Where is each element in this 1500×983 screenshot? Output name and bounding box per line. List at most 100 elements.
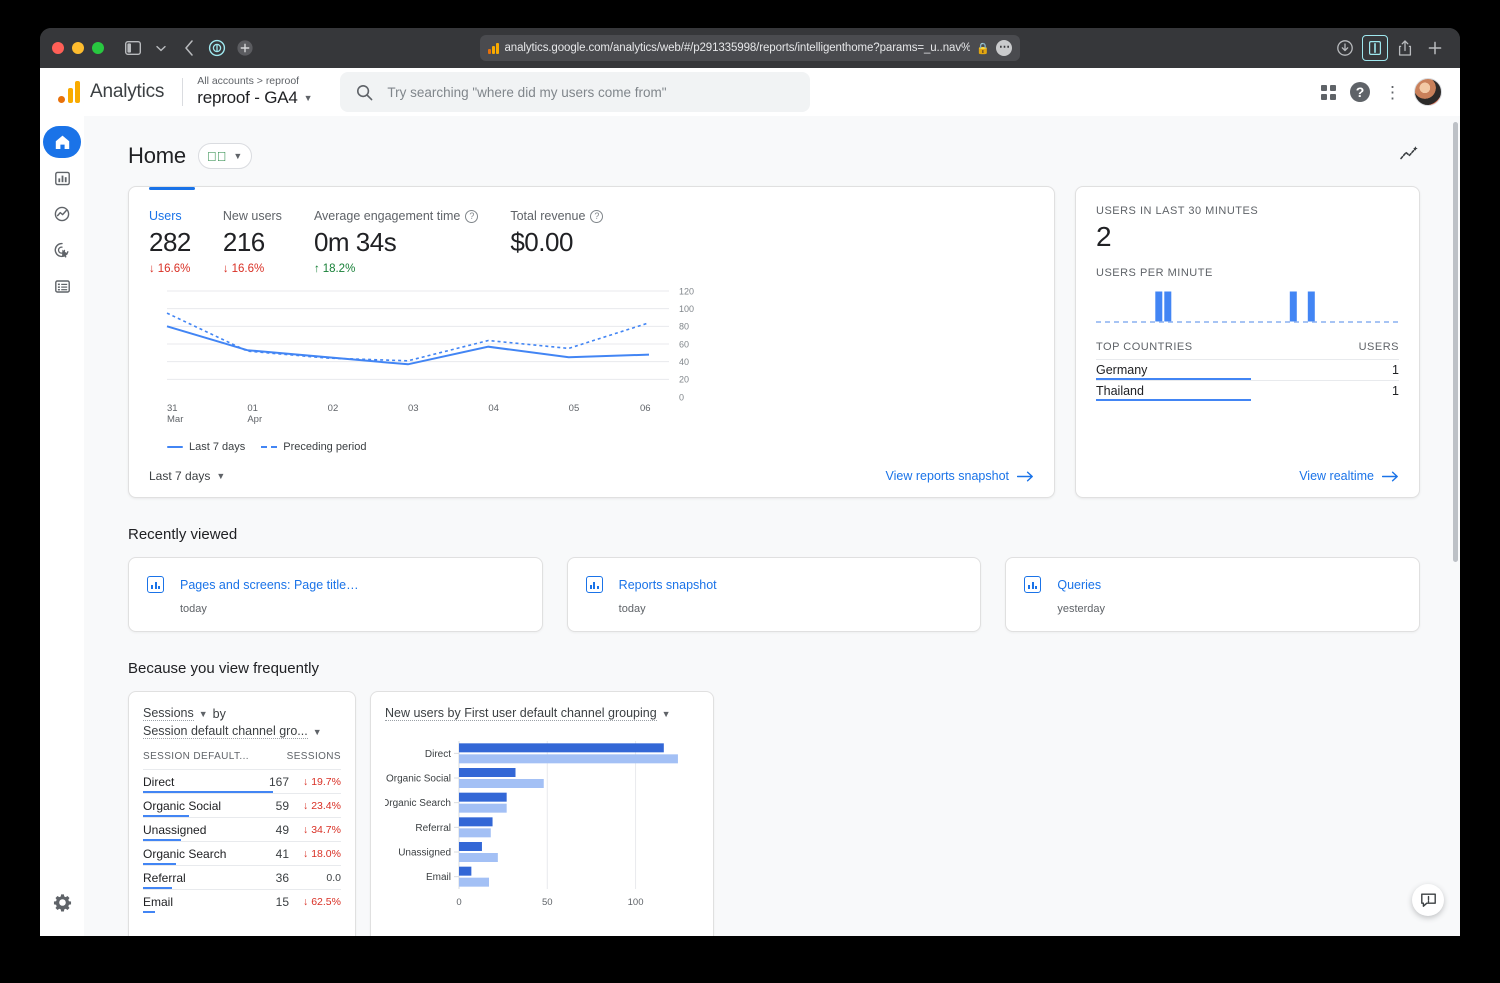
close-window-button[interactable]	[52, 42, 64, 54]
table-row[interactable]: Organic Search 41 ↓ 18.0%	[143, 841, 341, 865]
svg-text:Organic Social: Organic Social	[386, 774, 451, 785]
page-menu-icon[interactable]: ⋯	[996, 40, 1012, 56]
privacy-shield-icon[interactable]	[204, 35, 230, 61]
country-users: 1	[1392, 384, 1399, 398]
svg-text:100: 100	[679, 304, 694, 314]
app-body: Home ✔⃝ ▼ Users 282 ↓ 16.6% New users 21…	[40, 116, 1460, 936]
frequent-title: Because you view frequently	[128, 660, 319, 677]
metric-delta: ↑ 18.2%	[313, 263, 356, 275]
more-options-icon[interactable]: ⋮	[1384, 84, 1401, 101]
new-tab-icon[interactable]	[232, 35, 258, 61]
metric-avg-engagement-time[interactable]: Average engagement time ? 0m 34s ↑ 18.2%	[314, 209, 510, 275]
feedback-button[interactable]	[1412, 884, 1444, 916]
sidebar-item-explore[interactable]	[44, 198, 80, 230]
svg-text:Apr: Apr	[247, 414, 262, 425]
column-header-dimension: SESSION DEFAULT...	[143, 751, 249, 762]
comparison-selector[interactable]: ✔⃝ ▼	[197, 143, 253, 169]
recently-viewed-card[interactable]: Queries yesterday	[1005, 557, 1421, 632]
metric-selector-label: Sessions	[143, 706, 194, 721]
svg-text:31: 31	[167, 403, 178, 414]
chevron-down-icon: ▼	[661, 708, 671, 719]
dimension-selector[interactable]: Session default channel gro... ▼	[143, 724, 341, 739]
metric-total-revenue[interactable]: Total revenue ? $0.00	[510, 209, 635, 275]
minimize-window-button[interactable]	[72, 42, 84, 54]
downloads-icon[interactable]	[1332, 35, 1358, 61]
metric-users[interactable]: Users 282 ↓ 16.6%	[149, 209, 223, 275]
table-row[interactable]: Organic Social 59 ↓ 23.4%	[143, 793, 341, 817]
back-arrow-icon[interactable]	[176, 35, 202, 61]
sessions-delta: ↓ 23.4%	[303, 799, 341, 812]
recently-viewed-card[interactable]: Pages and screens: Page title an... toda…	[128, 557, 543, 632]
browser-titlebar: analytics.google.com/analytics/web/#/p29…	[40, 28, 1460, 68]
table-row[interactable]: Referral 36 0.0	[143, 865, 341, 889]
share-icon[interactable]	[1392, 35, 1418, 61]
reader-view-icon[interactable]	[1362, 35, 1388, 61]
table-row[interactable]: Germany 1	[1096, 359, 1399, 380]
analytics-app: Analytics All accounts > reproof reproof…	[40, 68, 1460, 936]
link-label: View reports snapshot	[885, 469, 1009, 483]
help-icon[interactable]: ?	[590, 209, 604, 223]
metric-new-users[interactable]: New users 216 ↓ 16.6%	[223, 209, 314, 275]
legend-label: Preceding period	[283, 441, 367, 453]
frequent-cards-row: Sessions ▼ by Session default channel gr…	[84, 677, 1460, 936]
recently-viewed-card[interactable]: Reports snapshot today	[566, 557, 982, 632]
bar-chart-selector[interactable]: New users by First user default channel …	[385, 706, 699, 721]
svg-text:05: 05	[569, 403, 580, 414]
header-actions: ? ⋮	[1321, 78, 1448, 106]
sidebar-item-reports[interactable]	[44, 162, 80, 194]
svg-text:01: 01	[247, 403, 258, 414]
sessions-value: 41	[275, 846, 289, 861]
report-chart-icon	[1024, 576, 1042, 593]
url-text: analytics.google.com/analytics/web/#/p29…	[504, 42, 971, 54]
date-range-selector[interactable]: Last 7 days ▼	[149, 469, 225, 483]
view-reports-snapshot-link[interactable]: View reports snapshot	[886, 469, 1034, 483]
view-realtime-link[interactable]: View realtime	[1299, 469, 1399, 483]
analytics-logo[interactable]: Analytics	[52, 81, 172, 103]
feedback-icon	[1420, 893, 1436, 907]
insights-button[interactable]	[1398, 144, 1420, 169]
maximize-window-button[interactable]	[92, 42, 104, 54]
help-icon[interactable]: ?	[465, 209, 479, 223]
legend-swatch-dashed	[261, 446, 278, 448]
sessions-delta: ↓ 18.0%	[303, 847, 341, 860]
users-per-minute-svg	[1096, 290, 1401, 323]
table-row[interactable]: Unassigned 49 ↓ 34.7%	[143, 817, 341, 841]
sessions-delta: ↓ 19.7%	[303, 775, 341, 788]
user-avatar[interactable]	[1414, 78, 1442, 106]
table-row[interactable]: Email 15 ↓ 62.5%	[143, 889, 341, 913]
active-metric-indicator	[149, 187, 195, 190]
sidebar-item-home[interactable]	[43, 126, 81, 158]
recently-viewed-name: Pages and screens: Page title an...	[180, 577, 360, 592]
sessions-value: 49	[275, 822, 289, 837]
help-icon[interactable]: ?	[1350, 82, 1370, 102]
metric-label: Users	[149, 209, 182, 223]
metric-selector[interactable]: Sessions ▼ by	[143, 706, 341, 721]
by-label: by	[212, 706, 226, 721]
report-chart-icon	[585, 576, 603, 593]
property-selector[interactable]: All accounts > reproof reproof - GA4 ▼	[197, 75, 312, 108]
analytics-logo-icon	[58, 81, 80, 103]
desktop-background: analytics.google.com/analytics/web/#/p29…	[0, 0, 1500, 983]
recently-viewed-row: Pages and screens: Page title an... toda…	[84, 543, 1460, 632]
top-countries-header: TOP COUNTRIES	[1096, 341, 1193, 353]
content-scrollbar[interactable]	[1453, 122, 1458, 562]
plus-icon[interactable]	[1422, 35, 1448, 61]
sidebar-item-admin[interactable]	[44, 886, 80, 918]
svg-text:0: 0	[679, 392, 684, 402]
apps-grid-icon[interactable]	[1321, 84, 1336, 100]
sessions-delta: 0.0	[326, 871, 341, 884]
legend-swatch-solid	[167, 445, 183, 449]
address-bar[interactable]: analytics.google.com/analytics/web/#/p29…	[480, 35, 1020, 61]
search-input[interactable]	[387, 84, 795, 100]
sidebar-item-library[interactable]	[44, 270, 80, 302]
date-range-label: Last 7 days	[149, 469, 211, 483]
lock-icon: 🔒	[976, 42, 990, 55]
toggle-sidebar-icon[interactable]	[120, 35, 146, 61]
table-row[interactable]: Direct 167 ↓ 19.7%	[143, 769, 341, 793]
sidebar-dropdown-icon[interactable]	[148, 35, 174, 61]
search-box[interactable]	[340, 72, 811, 112]
arrow-right-icon	[1017, 471, 1033, 481]
sidebar-item-advertising[interactable]	[44, 234, 80, 266]
table-row[interactable]: Thailand 1	[1096, 380, 1399, 401]
svg-text:Email: Email	[426, 872, 451, 883]
